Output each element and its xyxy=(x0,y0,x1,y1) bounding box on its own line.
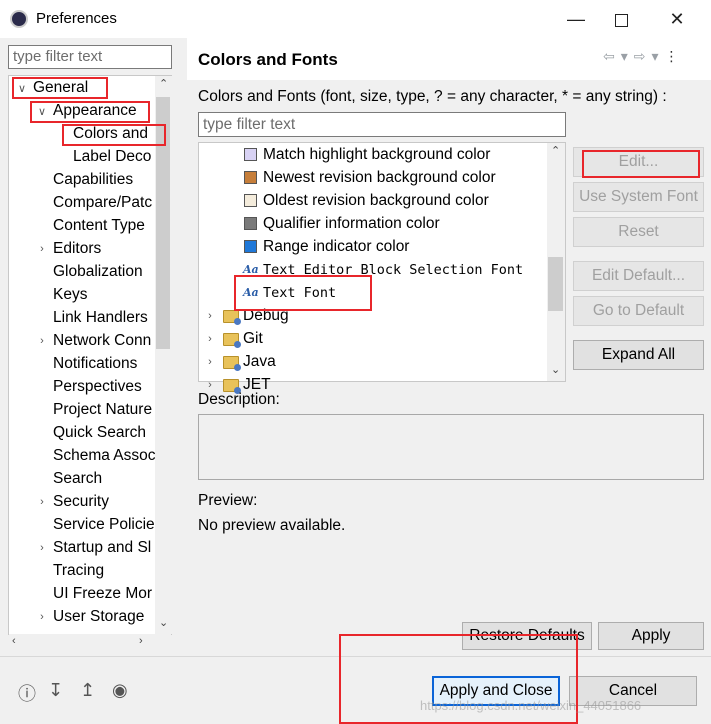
window-title: Preferences xyxy=(36,10,117,27)
preview-text: No preview available. xyxy=(198,517,346,534)
maximize-icon[interactable] xyxy=(601,4,641,34)
description-label: Description: xyxy=(198,391,280,408)
color-font-item[interactable]: Match highlight background color xyxy=(263,144,490,166)
folder-icon xyxy=(223,333,241,348)
color-swatch-icon xyxy=(244,217,257,230)
tree-item[interactable]: Notifications xyxy=(53,353,137,375)
back-menu-icon[interactable]: ▾ xyxy=(621,48,634,64)
color-font-item[interactable]: Range indicator color xyxy=(263,236,409,258)
collapse-chevron-icon[interactable]: › xyxy=(204,379,216,391)
description-box xyxy=(198,414,704,480)
tree-item[interactable]: Security xyxy=(53,491,109,513)
apply-button[interactable]: Apply xyxy=(598,622,704,650)
highlight-colors-and-fonts xyxy=(62,124,166,146)
collapse-chevron-icon[interactable]: › xyxy=(204,310,216,322)
watermark: https://blog.csdn.net/weixin_44051866 xyxy=(420,698,642,713)
collapse-chevron-icon[interactable]: › xyxy=(36,243,48,255)
scroll-down-icon[interactable]: ⌄ xyxy=(551,363,560,376)
forward-menu-icon[interactable]: ▾ xyxy=(652,48,665,64)
tree-item[interactable]: Link Handlers xyxy=(53,307,148,329)
preview-label: Preview: xyxy=(198,492,258,509)
tree-item[interactable]: Compare/Patc xyxy=(53,192,152,214)
collapse-chevron-icon[interactable]: › xyxy=(36,496,48,508)
eclipse-app-icon xyxy=(10,10,28,28)
reset-button[interactable]: Reset xyxy=(573,217,704,247)
left-filter-input[interactable]: type filter text xyxy=(8,45,172,69)
folder-icon xyxy=(223,310,241,325)
use-system-font-button[interactable]: Use System Font xyxy=(573,182,704,212)
tree-item[interactable]: User Storage xyxy=(53,606,144,628)
page-title: Colors and Fonts xyxy=(198,50,338,69)
tree-item[interactable]: Schema Assoc xyxy=(53,445,156,467)
scroll-down-icon[interactable]: ⌄ xyxy=(159,616,168,629)
back-arrow-icon[interactable]: ⇦ xyxy=(603,48,621,64)
scroll-up-icon[interactable]: ⌃ xyxy=(551,144,560,157)
tree-item[interactable]: Startup and Sl xyxy=(53,537,151,559)
tree-item[interactable]: Service Policie xyxy=(53,514,155,536)
colors-fonts-description: Colors and Fonts (font, size, type, ? = … xyxy=(198,88,667,105)
go-to-default-button[interactable]: Go to Default xyxy=(573,296,704,326)
close-icon[interactable]: ✕ xyxy=(657,4,697,34)
minimize-icon[interactable]: — xyxy=(556,4,596,34)
forward-arrow-icon[interactable]: ⇨ xyxy=(634,48,652,64)
color-swatch-icon xyxy=(244,148,257,161)
tree-item[interactable]: Globalization xyxy=(53,261,143,283)
tree-item[interactable]: Tracing xyxy=(53,560,104,582)
tree-item[interactable]: Quick Search xyxy=(53,422,146,444)
color-swatch-icon xyxy=(244,240,257,253)
color-font-item[interactable]: Newest revision background color xyxy=(263,167,496,189)
export-icon[interactable]: ↥ xyxy=(80,680,95,701)
highlight-general xyxy=(12,77,108,99)
import-icon[interactable]: ↧ xyxy=(48,680,63,701)
record-icon[interactable]: ◉ xyxy=(112,680,128,701)
edit-default-button[interactable]: Edit Default... xyxy=(573,261,704,291)
highlight-appearance xyxy=(30,101,150,123)
color-font-item[interactable]: Oldest revision background color xyxy=(263,190,489,212)
color-font-item[interactable]: Java xyxy=(243,351,276,373)
help-icon[interactable]: ⓘ xyxy=(18,680,36,706)
color-swatch-icon xyxy=(244,171,257,184)
left-horizontal-scrollbar[interactable]: ‹ › xyxy=(9,634,171,651)
tree-item[interactable]: UI Freeze Mor xyxy=(53,583,152,605)
tree-item[interactable]: Keys xyxy=(53,284,87,306)
right-filter-input[interactable]: type filter text xyxy=(198,112,566,137)
collapse-chevron-icon[interactable]: › xyxy=(36,542,48,554)
color-swatch-icon xyxy=(244,194,257,207)
expand-all-button[interactable]: Expand All xyxy=(573,340,704,370)
tree-item[interactable]: Label Deco xyxy=(73,146,151,168)
nav-icons: ⇦▾⇨▾⋮ xyxy=(603,48,685,65)
view-menu-icon[interactable]: ⋮ xyxy=(665,48,685,64)
highlight-edit-button xyxy=(582,150,700,178)
highlight-text-font xyxy=(234,275,372,311)
collapse-chevron-icon[interactable]: › xyxy=(204,356,216,368)
tree-item[interactable]: Editors xyxy=(53,238,101,260)
scroll-up-icon[interactable]: ⌃ xyxy=(159,77,168,90)
scroll-left-icon[interactable]: ‹ xyxy=(12,635,16,647)
folder-icon xyxy=(223,356,241,371)
tree-item[interactable]: Content Type xyxy=(53,215,145,237)
tree-item[interactable]: Capabilities xyxy=(53,169,133,191)
tree-item[interactable]: Perspectives xyxy=(53,376,142,398)
tree-item[interactable]: Search xyxy=(53,468,102,490)
color-font-item[interactable]: Qualifier information color xyxy=(263,213,440,235)
collapse-chevron-icon[interactable]: › xyxy=(204,333,216,345)
collapse-chevron-icon[interactable]: › xyxy=(36,335,48,347)
color-font-item[interactable]: Git xyxy=(243,328,263,350)
tree-item[interactable]: Network Conn xyxy=(53,330,151,352)
collapse-chevron-icon[interactable]: › xyxy=(36,611,48,623)
right-scroll-thumb[interactable] xyxy=(548,257,563,311)
tree-item[interactable]: Project Nature xyxy=(53,399,152,421)
scroll-right-icon[interactable]: › xyxy=(139,635,143,647)
